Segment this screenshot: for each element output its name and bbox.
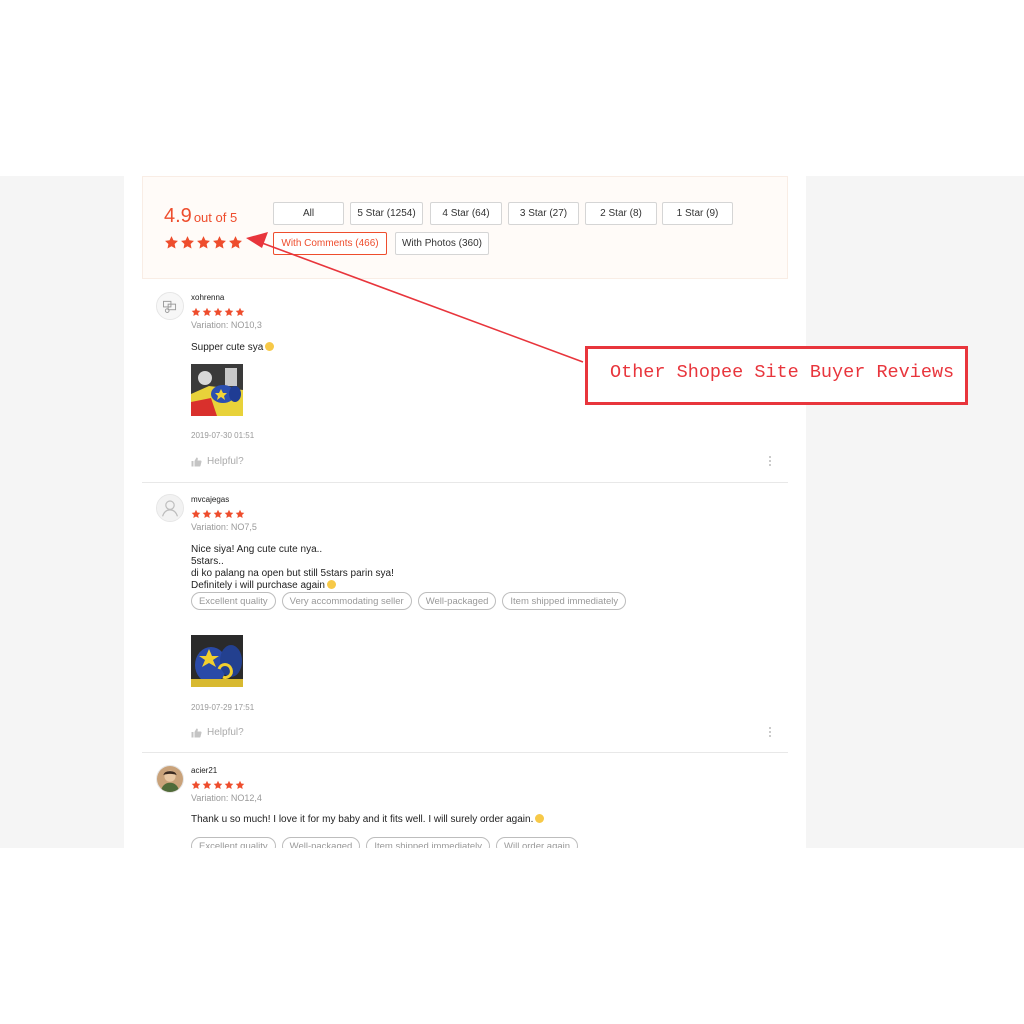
star-icon [191, 509, 201, 519]
review-tag: Well-packaged [417, 592, 497, 610]
review-comment: Supper cute sya [191, 341, 275, 354]
review-tag: Item shipped immediately [366, 837, 491, 848]
star-icon [164, 235, 179, 250]
more-options-icon[interactable] [769, 456, 772, 468]
avatar[interactable] [156, 494, 184, 522]
thumbs-up-icon [191, 457, 202, 467]
star-icon [213, 509, 223, 519]
star-icon [213, 307, 223, 317]
star-icon [235, 307, 245, 317]
star-icon [224, 509, 234, 519]
helpful-button[interactable]: Helpful? [191, 727, 244, 738]
review-tag: Well-packaged [281, 837, 361, 848]
helpful-button[interactable]: Helpful? [191, 456, 244, 467]
star-icon [202, 307, 212, 317]
review-photo[interactable] [191, 364, 243, 416]
review-tag: Very accommodating seller [281, 592, 412, 610]
star-icon [224, 307, 234, 317]
filter-with-photos-button[interactable]: With Photos (360) [395, 232, 489, 255]
star-icon [213, 780, 223, 790]
review-comment-line: di ko palang na open but still 5stars pa… [191, 568, 394, 579]
review-comment: Nice siya! Ang cute cute nya.. 5stars.. … [191, 544, 394, 592]
filter-2-star-button[interactable]: 2 Star (8) [585, 202, 657, 225]
review-username[interactable]: acier21 [191, 766, 217, 775]
review-comment: Thank u so much! I love it for my baby a… [191, 813, 545, 826]
smile-emoji-icon [265, 341, 275, 351]
filter-5-star-button[interactable]: 5 Star (1254) [350, 202, 423, 225]
star-icon [191, 307, 201, 317]
user-avatar-icon [157, 766, 183, 792]
review-divider [142, 752, 788, 753]
review-date: 2019-07-29 17:51 [191, 703, 255, 712]
review-comment-line: Nice siya! Ang cute cute nya.. [191, 544, 323, 555]
rating-out-of: out of 5 [193, 210, 238, 225]
review-photo[interactable] [191, 635, 243, 687]
review-stars [191, 509, 245, 519]
user-avatar-icon [157, 293, 183, 319]
annotation-text: Other Shopee Site Buyer Reviews [610, 362, 955, 383]
review-stars [191, 307, 245, 317]
star-icon [202, 509, 212, 519]
star-icon [180, 235, 195, 250]
review-username[interactable]: xohrenna [191, 293, 224, 302]
filter-3-star-button[interactable]: 3 Star (27) [508, 202, 579, 225]
smile-emoji-icon [535, 813, 545, 823]
reviews-panel: 4.9 out of 5 All 5 Star (1254) 4 Star (64… [124, 176, 806, 848]
star-icon [202, 780, 212, 790]
review-tag: Will order again [496, 837, 579, 848]
review-comment-text: Thank u so much! I love it for my baby a… [191, 814, 534, 825]
star-icon [212, 235, 227, 250]
product-photo [191, 635, 243, 687]
user-avatar-icon [157, 495, 183, 521]
review-tags: Excellent quality Well-packaged Item shi… [191, 837, 579, 848]
reviews-frame: 4.9 out of 5 All 5 Star (1254) 4 Star (64… [0, 176, 1024, 848]
filter-all-button[interactable]: All [273, 202, 344, 225]
thumbs-up-icon [191, 728, 202, 738]
review-date: 2019-07-30 01:51 [191, 431, 255, 440]
review-item: mvcajegas Variation: NO7,5 Nice siya! An… [142, 490, 788, 752]
smile-emoji-icon [326, 579, 336, 589]
review-stars [191, 780, 245, 790]
rating-score: 4.9 out of 5 [164, 205, 237, 228]
avatar[interactable] [156, 292, 184, 320]
helpful-label: Helpful? [207, 456, 244, 467]
rating-value: 4.9 [164, 205, 192, 227]
review-tag: Excellent quality [191, 592, 276, 610]
review-item: acier21 Variation: NO12,4 Thank u so muc… [142, 761, 788, 848]
product-photo [191, 364, 243, 416]
rating-stars [164, 235, 243, 250]
filter-1-star-button[interactable]: 1 Star (9) [662, 202, 733, 225]
review-tag: Item shipped immediately [502, 592, 627, 610]
filter-4-star-button[interactable]: 4 Star (64) [430, 202, 502, 225]
review-divider [142, 482, 788, 483]
review-variation: Variation: NO12,4 [191, 793, 262, 803]
review-username[interactable]: mvcajegas [191, 495, 229, 504]
review-tag: Excellent quality [191, 837, 276, 848]
star-icon [196, 235, 211, 250]
review-comment-text: Supper cute sya [191, 342, 264, 353]
star-icon [191, 780, 201, 790]
review-variation: Variation: NO10,3 [191, 320, 262, 330]
review-tags: Excellent quality Very accommodating sel… [191, 592, 627, 610]
review-comment-line: Definitely i will purchase again [191, 580, 325, 591]
helpful-label: Helpful? [207, 727, 244, 738]
star-icon [224, 780, 234, 790]
annotation-callout: Other Shopee Site Buyer Reviews [585, 346, 968, 405]
star-icon [228, 235, 243, 250]
rating-summary: 4.9 out of 5 All 5 Star (1254) 4 Star (64… [142, 176, 788, 279]
star-icon [235, 780, 245, 790]
filter-with-comments-button[interactable]: With Comments (466) [273, 232, 387, 255]
avatar[interactable] [156, 765, 184, 793]
review-comment-line: 5stars.. [191, 556, 224, 567]
star-icon [235, 509, 245, 519]
more-options-icon[interactable] [769, 727, 772, 739]
review-variation: Variation: NO7,5 [191, 522, 257, 532]
